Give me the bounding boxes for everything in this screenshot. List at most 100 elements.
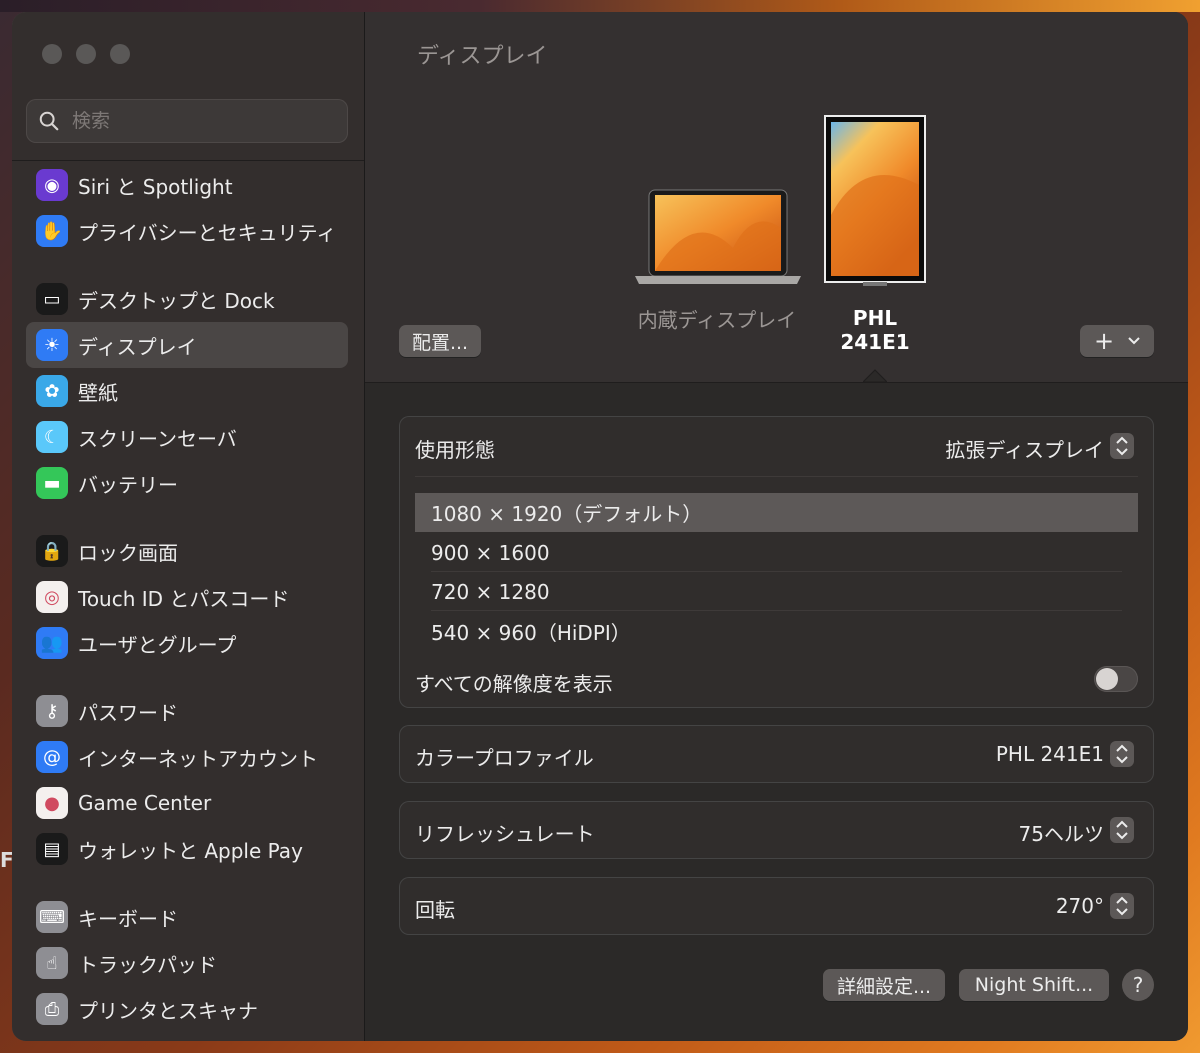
sidebar-item[interactable]: ✿ 壁紙 xyxy=(26,368,348,414)
close-button[interactable] xyxy=(42,44,62,64)
search-input[interactable] xyxy=(70,109,324,133)
chevron-down-icon xyxy=(1128,337,1140,345)
search-box[interactable] xyxy=(26,99,348,143)
sidebar-item[interactable]: @ インターネットアカウント xyxy=(26,734,348,780)
external-display-name-line2: 241E1 xyxy=(840,330,910,354)
sidebar-item[interactable]: ⌨ キーボード xyxy=(26,894,348,940)
main-pane: ディスプレイ 内蔵ディスプレイ PHL 241E1 配置... + 使用形態 拡… xyxy=(365,12,1188,1041)
dock-icon: ▭ xyxy=(36,283,68,315)
refresh-rate-stepper[interactable] xyxy=(1110,817,1134,843)
trackpad-icon: ☝ xyxy=(36,947,68,979)
sidebar-item[interactable]: ▭ デスクトップと Dock xyxy=(26,276,348,322)
sidebar-item-label: ロック画面 xyxy=(78,540,178,565)
color-profile-stepper[interactable] xyxy=(1110,741,1134,767)
sidebar-item-label: パスワード xyxy=(78,700,178,725)
sidebar-item[interactable]: ▬ バッテリー xyxy=(26,460,348,506)
show-all-resolutions-label: すべての解像度を表示 xyxy=(415,672,613,696)
at-icon: @ xyxy=(36,741,68,773)
show-all-resolutions-toggle[interactable] xyxy=(1094,666,1138,692)
external-display-name-line1: PHL xyxy=(852,306,898,330)
resolution-option[interactable]: 1080 × 1920（デフォルト） xyxy=(415,493,1138,532)
builtin-display-icon[interactable] xyxy=(633,188,803,288)
lock-icon: 🔒 xyxy=(36,535,68,567)
sidebar-item[interactable]: ✋ プライバシーとセキュリティ xyxy=(26,208,348,254)
refresh-rate-value[interactable]: 75ヘルツ xyxy=(1019,818,1104,847)
key-icon: ⚷ xyxy=(36,695,68,727)
resolution-option[interactable]: 540 × 960（HiDPI） xyxy=(415,612,1138,651)
help-button[interactable]: ? xyxy=(1122,969,1154,1001)
arrange-button[interactable]: 配置... xyxy=(399,325,481,357)
up-down-arrows-icon xyxy=(1116,820,1128,840)
sun-icon: ☀ xyxy=(36,329,68,361)
sidebar-item[interactable]: ◎ Touch ID とパスコード xyxy=(26,574,348,620)
up-down-arrows-icon xyxy=(1116,896,1128,916)
rotation-label: 回転 xyxy=(415,898,455,922)
battery-icon: ▬ xyxy=(36,467,68,499)
sidebar-item[interactable]: 🔒 ロック画面 xyxy=(26,528,348,574)
minimize-button[interactable] xyxy=(76,44,96,64)
sidebar-item[interactable]: ☝ トラックパッド xyxy=(26,940,348,986)
sidebar-item-label: バッテリー xyxy=(78,472,178,497)
sidebar-item-label: Touch ID とパスコード xyxy=(78,586,290,611)
sidebar-item[interactable]: ▤ ウォレットと Apple Pay xyxy=(26,826,348,872)
resolution-option[interactable]: 720 × 1280 xyxy=(415,572,1138,611)
screensaver-icon: ☾ xyxy=(36,421,68,453)
color-profile-label: カラープロファイル xyxy=(415,746,594,770)
usage-value[interactable]: 拡張ディスプレイ xyxy=(945,434,1104,463)
sidebar-item-label: ウォレットと Apple Pay xyxy=(78,838,303,863)
color-profile-value[interactable]: PHL 241E1 xyxy=(996,742,1104,766)
resolution-panel: 使用形態 拡張ディスプレイ 1080 × 1920（デフォルト） 900 × 1… xyxy=(399,416,1154,708)
usage-stepper[interactable] xyxy=(1110,433,1134,459)
sidebar-item-label: 壁紙 xyxy=(78,380,118,405)
siri-icon: ◉ xyxy=(36,169,68,201)
sidebar-item-label: トラックパッド xyxy=(78,952,217,977)
builtin-display-label[interactable]: 内蔵ディスプレイ xyxy=(627,304,807,333)
fingerprint-icon: ◎ xyxy=(36,581,68,613)
sidebar-item[interactable]: ⚷ パスワード xyxy=(26,688,348,734)
sidebar-item[interactable]: ☀ ディスプレイ xyxy=(26,322,348,368)
sidebar-item[interactable]: ◉ Siri と Spotlight xyxy=(26,162,348,208)
external-display-label[interactable]: PHL 241E1 xyxy=(825,306,925,354)
rotation-stepper[interactable] xyxy=(1110,893,1134,919)
sidebar-item-label: インターネットアカウント xyxy=(78,746,318,771)
sidebar-item-label: スクリーンセーバ xyxy=(78,426,237,451)
display-arrangement-area: ディスプレイ 内蔵ディスプレイ PHL 241E1 配置... + xyxy=(365,12,1188,383)
sidebar-item[interactable]: ☾ スクリーンセーバ xyxy=(26,414,348,460)
keyboard-icon: ⌨ xyxy=(36,901,68,933)
sidebar: ◉ Siri と Spotlight ✋ プライバシーとセキュリティ ▭ デスクトップと … xyxy=(12,12,365,1041)
sidebar-item[interactable]: ⎙ プリンタとスキャナ xyxy=(26,986,348,1032)
external-display-icon[interactable] xyxy=(823,115,927,287)
sidebar-item-label: ディスプレイ xyxy=(78,334,197,359)
sidebar-item-label: デスクトップと Dock xyxy=(78,288,275,313)
rotation-row: 回転 270° xyxy=(399,877,1154,935)
refresh-rate-label: リフレッシュレート xyxy=(415,822,595,846)
rotation-value[interactable]: 270° xyxy=(1056,894,1104,918)
color-profile-row: カラープロファイル PHL 241E1 xyxy=(399,725,1154,783)
resolution-divider xyxy=(431,610,1122,611)
zoom-button[interactable] xyxy=(110,44,130,64)
add-display-button[interactable]: + xyxy=(1080,325,1154,357)
window-controls xyxy=(42,44,130,64)
plus-icon: + xyxy=(1094,327,1115,355)
refresh-rate-row: リフレッシュレート 75ヘルツ xyxy=(399,801,1154,859)
sidebar-item-label: キーボード xyxy=(78,906,178,931)
advanced-settings-button[interactable]: 詳細設定... xyxy=(823,969,945,1001)
panel-divider xyxy=(415,476,1138,477)
selected-display-pointer xyxy=(863,369,887,382)
hand-icon: ✋ xyxy=(36,215,68,247)
resolution-option[interactable]: 900 × 1600 xyxy=(415,533,1138,572)
search-icon xyxy=(39,111,59,131)
sidebar-item[interactable]: 👥 ユーザとグループ xyxy=(26,620,348,666)
settings-window: ◉ Siri と Spotlight ✋ プライバシーとセキュリティ ▭ デスクトップと … xyxy=(12,12,1188,1041)
desktop-wallpaper xyxy=(0,0,1200,12)
sidebar-list: ◉ Siri と Spotlight ✋ プライバシーとセキュリティ ▭ デスクトップと … xyxy=(26,162,348,1032)
night-shift-button[interactable]: Night Shift... xyxy=(959,969,1109,1001)
sidebar-item[interactable]: ● Game Center xyxy=(26,780,348,826)
sidebar-item-label: プライバシーとセキュリティ xyxy=(78,220,337,245)
up-down-arrows-icon xyxy=(1116,744,1128,764)
sidebar-item-label: ユーザとグループ xyxy=(78,632,237,657)
printer-icon: ⎙ xyxy=(36,993,68,1025)
